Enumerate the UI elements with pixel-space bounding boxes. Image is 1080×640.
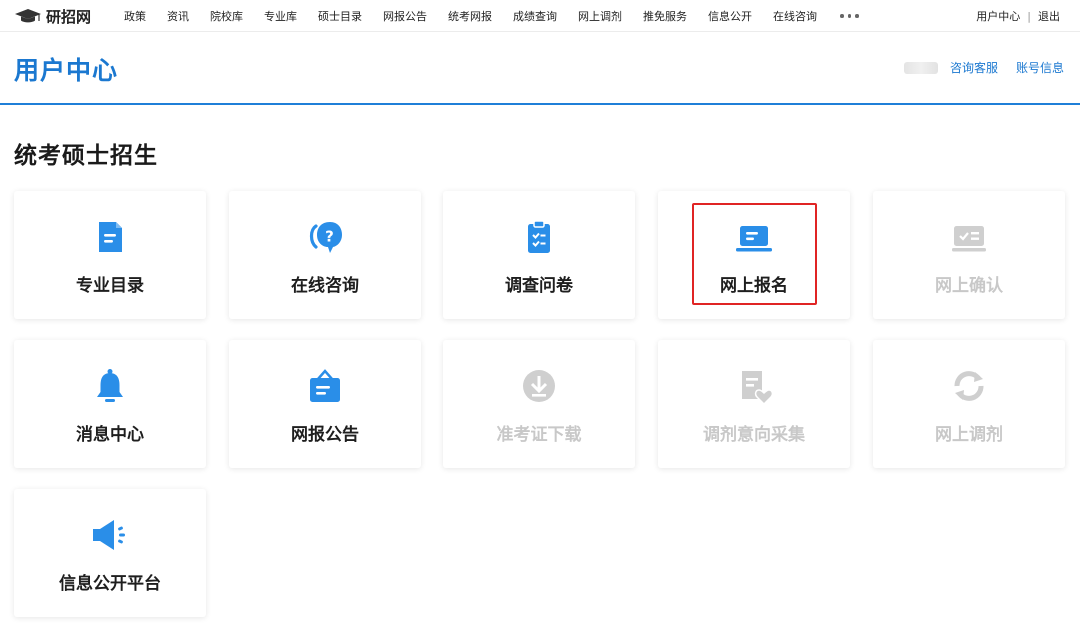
card-online-adjustment: 网上调剂 — [873, 340, 1065, 468]
card-adjustment-intention: 调剂意向采集 — [658, 340, 850, 468]
nav-item-news[interactable]: 资讯 — [167, 8, 189, 24]
svg-text:?: ? — [325, 228, 334, 246]
account-info-link[interactable]: 账号信息 — [1016, 59, 1064, 76]
nav-item-policy[interactable]: 政策 — [124, 8, 146, 24]
graduation-cap-icon — [15, 9, 41, 23]
card-label: 网上确认 — [935, 276, 1003, 296]
nav-item-info-disclosure[interactable]: 信息公开 — [708, 8, 752, 24]
nav-item-exam-registration[interactable]: 统考网报 — [448, 8, 492, 24]
more-menu-icon[interactable] — [840, 14, 859, 18]
card-registration-announcement[interactable]: 网报公告 — [229, 340, 421, 468]
clipboard-icon — [519, 217, 559, 257]
nav-item-schools[interactable]: 院校库 — [210, 8, 243, 24]
card-online-registration[interactable]: 网上报名 — [658, 191, 850, 319]
card-admission-ticket-download: 准考证下载 — [443, 340, 635, 468]
card-major-catalog[interactable]: 专业目录 — [14, 191, 206, 319]
page-header: 用户中心 咨询客服 账号信息 — [0, 33, 1080, 105]
card-survey[interactable]: 调查问卷 — [443, 191, 635, 319]
site-name: 研招网 — [46, 7, 92, 26]
megaphone-icon — [90, 515, 130, 555]
card-info-disclosure-platform[interactable]: 信息公开平台 — [14, 489, 206, 617]
card-label: 网报公告 — [291, 425, 359, 445]
announcement-board-icon — [305, 366, 345, 406]
card-label: 消息中心 — [76, 425, 144, 445]
laptop-icon — [734, 217, 774, 257]
card-online-consult[interactable]: ? 在线咨询 — [229, 191, 421, 319]
blurred-username — [903, 61, 938, 74]
nav-item-online-adjustment[interactable]: 网上调剂 — [578, 8, 622, 24]
logout-link[interactable]: 退出 — [1038, 8, 1060, 24]
consult-service-link[interactable]: 咨询客服 — [950, 59, 998, 76]
card-label: 网上报名 — [720, 276, 788, 296]
heart-document-icon — [734, 366, 774, 406]
document-icon — [90, 217, 130, 257]
card-label: 信息公开平台 — [59, 574, 161, 594]
download-icon — [519, 366, 559, 406]
card-label: 准考证下载 — [496, 425, 582, 445]
question-bubble-icon: ? — [305, 217, 345, 257]
top-navigation: 研招网 政策 资讯 院校库 专业库 硕士目录 网报公告 统考网报 成绩查询 网上… — [0, 0, 1080, 32]
card-message-center[interactable]: 消息中心 — [14, 340, 206, 468]
bell-icon — [90, 366, 130, 406]
site-logo[interactable]: 研招网 — [14, 5, 91, 27]
nav-item-online-announcement[interactable]: 网报公告 — [383, 8, 427, 24]
id-card-check-icon — [949, 217, 989, 257]
user-center-link[interactable]: 用户中心 — [976, 8, 1020, 24]
card-label: 调剂意向采集 — [703, 425, 805, 445]
nav-item-master-catalog[interactable]: 硕士目录 — [318, 8, 362, 24]
nav-item-recommendation[interactable]: 推免服务 — [643, 8, 687, 24]
card-label: 专业目录 — [76, 276, 144, 296]
card-online-confirmation: 网上确认 — [873, 191, 1065, 319]
page-title: 用户中心 — [14, 56, 119, 85]
section-title: 统考硕士招生 — [14, 143, 158, 169]
nav-item-majors[interactable]: 专业库 — [264, 8, 297, 24]
user-links: 用户中心 | 退出 — [976, 0, 1060, 32]
card-label: 在线咨询 — [291, 276, 359, 296]
nav-item-online-consult[interactable]: 在线咨询 — [773, 8, 817, 24]
main-menu: 政策 资讯 院校库 专业库 硕士目录 网报公告 统考网报 成绩查询 网上调剂 推… — [124, 0, 859, 32]
header-actions: 咨询客服 账号信息 — [903, 59, 1064, 76]
nav-item-score-query[interactable]: 成绩查询 — [513, 8, 557, 24]
card-label: 调查问卷 — [505, 276, 573, 296]
nav-separator: | — [1027, 9, 1031, 23]
card-label: 网上调剂 — [935, 425, 1003, 445]
refresh-icon — [949, 366, 989, 406]
